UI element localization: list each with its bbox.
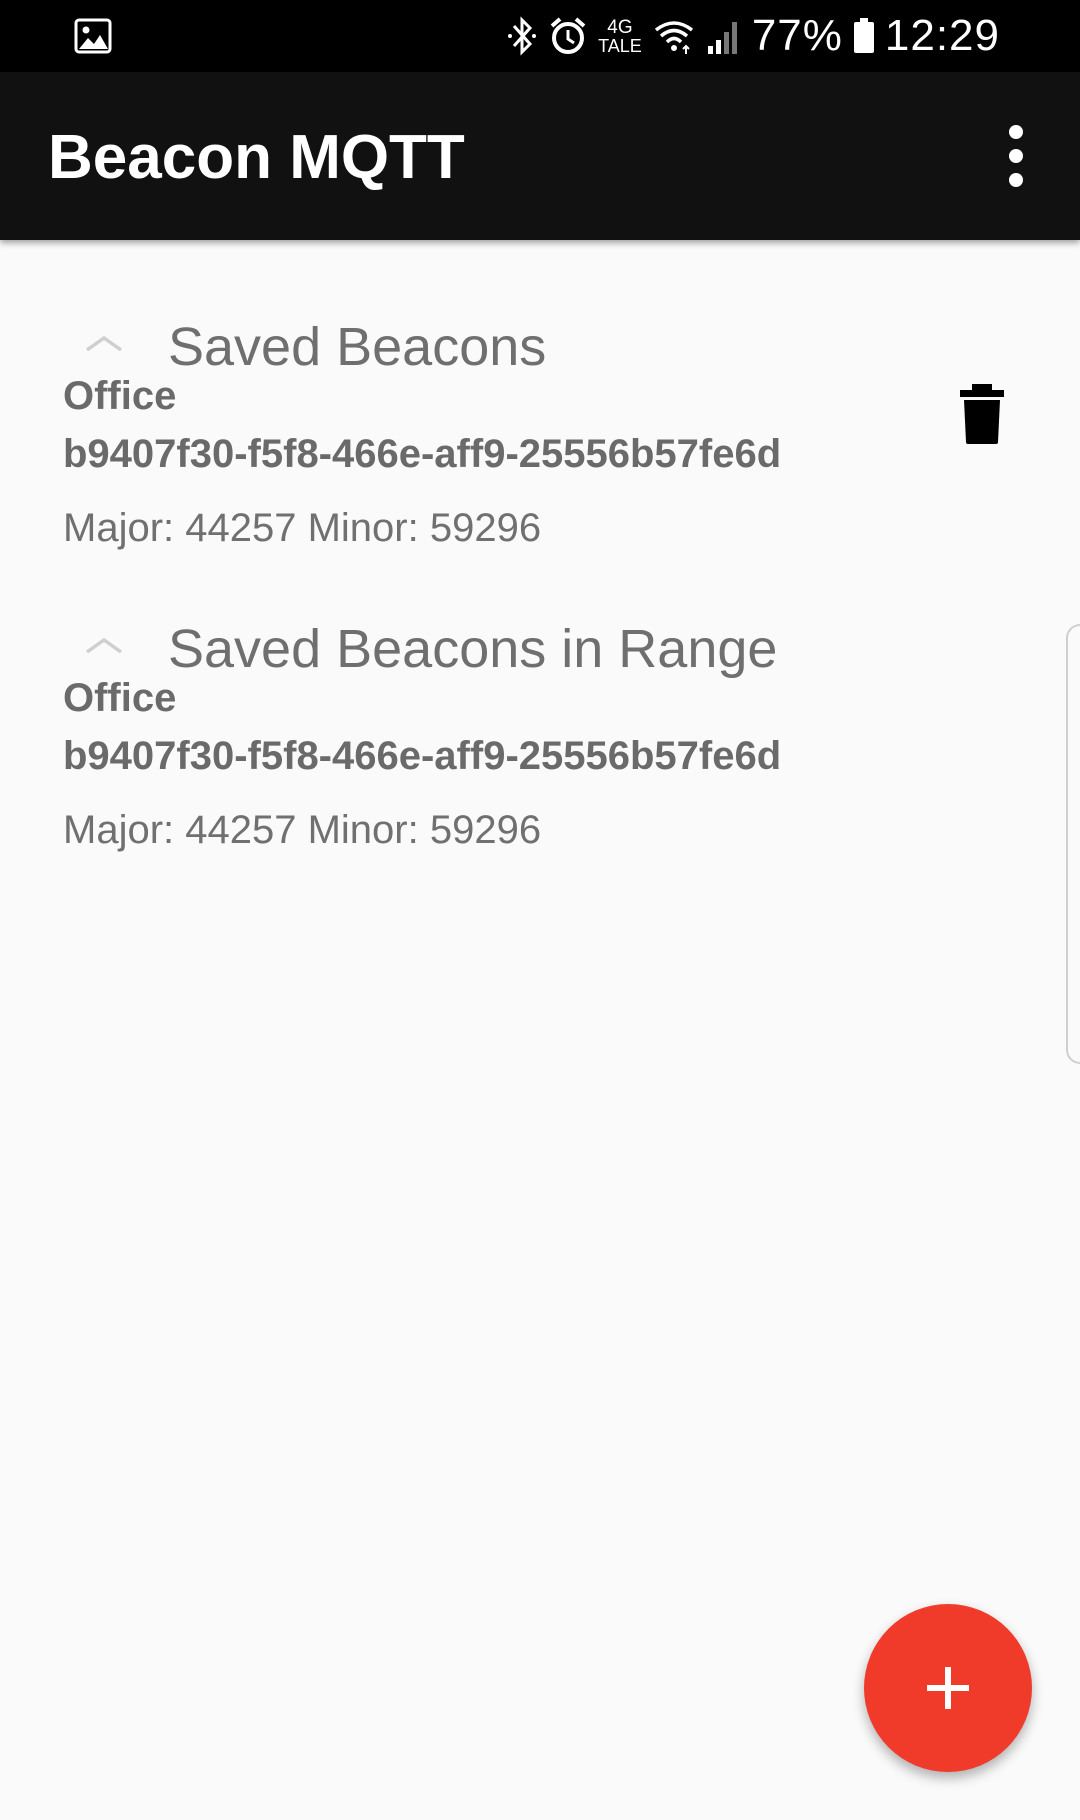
beacon-name: Office xyxy=(63,374,177,418)
image-notification-icon xyxy=(74,18,112,54)
beacon-major-minor: Major: 44257 Minor: 59296 xyxy=(63,506,542,550)
app-title: Beacon MQTT xyxy=(48,123,465,192)
more-vert-icon xyxy=(1009,125,1023,139)
app-bar: Beacon MQTT xyxy=(0,72,1080,240)
clock: 12:29 xyxy=(884,11,1000,60)
chevron-up-icon xyxy=(85,637,123,654)
bluetooth-icon xyxy=(508,16,537,56)
beacon-major-minor: Major: 44257 Minor: 59296 xyxy=(63,808,542,852)
status-bar: 4G TALE 77% 12:29 xyxy=(0,0,1080,72)
more-vert-icon-dot xyxy=(1009,173,1023,187)
list-item-beacon[interactable]: Office b9407f30-f5f8-466e-aff9-25556b57f… xyxy=(0,676,1080,866)
beacon-uuid: b9407f30-f5f8-466e-aff9-25556b57fe6d xyxy=(63,734,782,778)
battery-percent: 77% xyxy=(751,11,843,60)
network-type: 4G TALE xyxy=(598,16,642,56)
chevron-up-icon xyxy=(85,335,123,352)
wifi-icon xyxy=(654,21,693,54)
overflow-menu-button[interactable] xyxy=(982,116,1050,196)
beacon-uuid: b9407f30-f5f8-466e-aff9-25556b57fe6d xyxy=(63,432,782,476)
battery-icon xyxy=(853,18,874,53)
section-title: Saved Beacons xyxy=(168,317,547,377)
section-title: Saved Beacons in Range xyxy=(168,619,778,679)
delete-icon[interactable] xyxy=(952,382,1012,446)
list-item-beacon[interactable]: Office b9407f30-f5f8-466e-aff9-25556b57f… xyxy=(0,374,1080,564)
add-beacon-button[interactable] xyxy=(864,1604,1032,1772)
signal-icon xyxy=(707,22,737,54)
alarm-icon xyxy=(550,17,586,54)
beacon-name: Office xyxy=(63,676,177,720)
add-icon xyxy=(927,1667,969,1709)
more-vert-icon-dot xyxy=(1009,149,1023,163)
edge-panel-handle[interactable] xyxy=(1066,624,1080,1064)
